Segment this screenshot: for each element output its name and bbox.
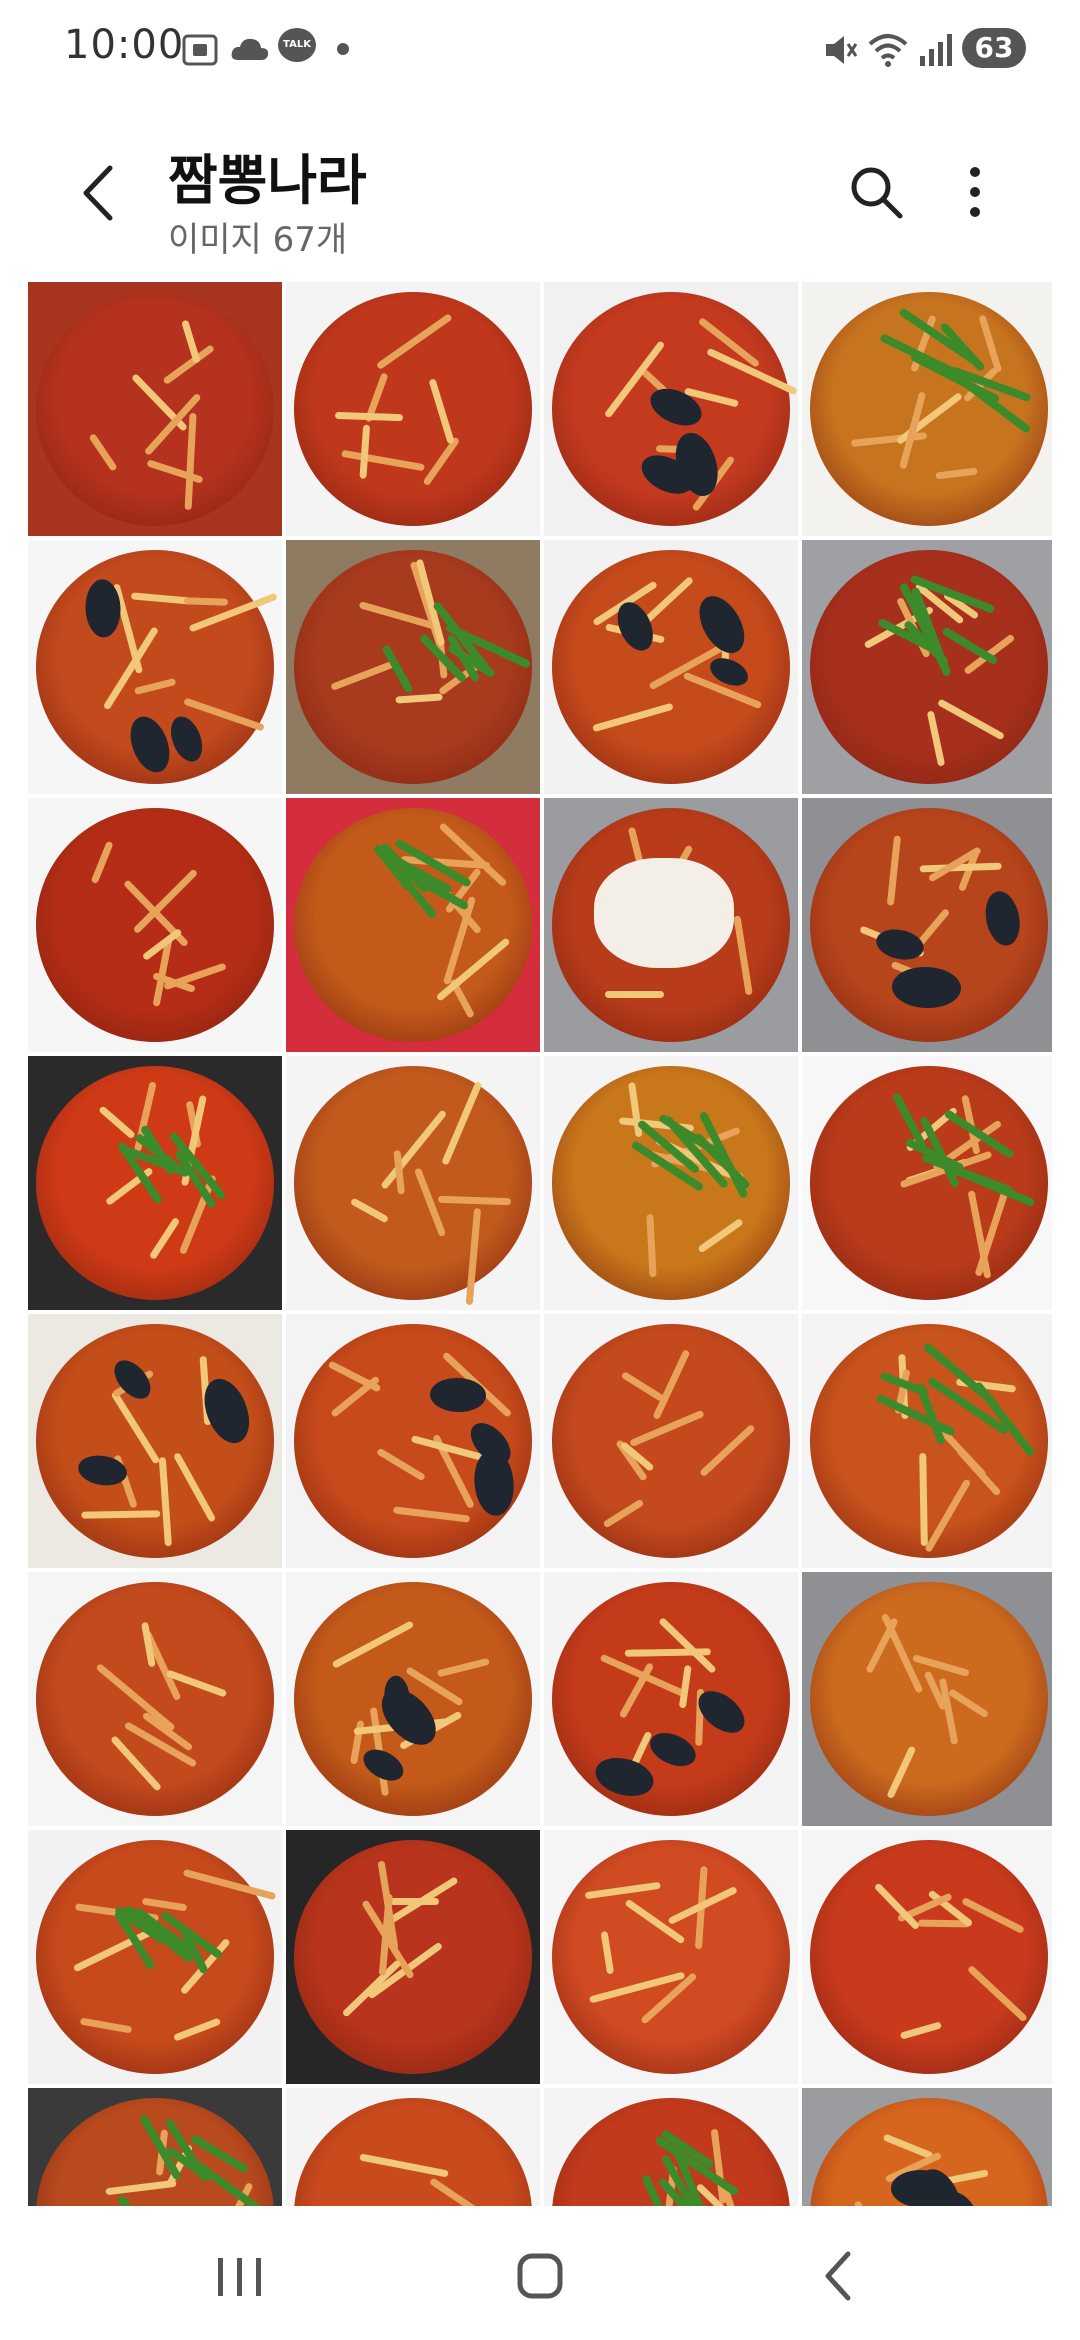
gallery-thumbnail[interactable] [802, 1056, 1052, 1310]
noodle [919, 1453, 928, 1547]
soup [809, 1324, 1049, 1558]
soup [35, 1066, 275, 1300]
soup [551, 1840, 791, 2074]
soup [35, 1840, 275, 2074]
gallery-thumbnail[interactable] [544, 798, 798, 1052]
screenshot-icon [182, 34, 218, 66]
soup [551, 1066, 791, 1300]
talk-icon: TALK [278, 28, 316, 62]
status-bar: 10:00 TALK 63 [0, 0, 1080, 100]
dot-icon [337, 43, 349, 55]
status-time: 10:00 [64, 22, 185, 68]
soup [551, 1324, 791, 1558]
mute-icon [826, 36, 858, 64]
soup [551, 550, 791, 784]
more-options-icon[interactable] [960, 162, 990, 222]
gallery-thumbnail[interactable] [544, 1830, 798, 2084]
back-icon[interactable] [800, 2236, 880, 2316]
signal-icon [920, 34, 952, 66]
gallery-thumbnail[interactable] [28, 1830, 282, 2084]
gallery-thumbnail[interactable] [802, 798, 1052, 1052]
soup [35, 808, 275, 1042]
gallery-thumbnail[interactable] [28, 798, 282, 1052]
search-icon[interactable] [846, 162, 906, 222]
gallery-thumbnail[interactable] [544, 1056, 798, 1310]
gallery-thumbnail[interactable] [286, 282, 540, 536]
back-button[interactable] [70, 158, 130, 228]
recent-apps-icon[interactable] [200, 2236, 280, 2316]
gallery-thumbnail[interactable] [802, 282, 1052, 536]
gallery-thumbnail[interactable] [802, 1572, 1052, 1826]
soup [293, 1066, 533, 1300]
navigation-bar [0, 2206, 1080, 2340]
soup [551, 1582, 791, 1816]
soup [293, 550, 533, 784]
gallery-thumbnail[interactable] [286, 1314, 540, 1568]
soup [809, 1066, 1049, 1300]
soup [35, 292, 275, 526]
soup [293, 292, 533, 526]
gallery-thumbnail[interactable] [286, 2088, 540, 2206]
battery-icon: 63 [962, 28, 1026, 68]
soup [809, 1582, 1049, 1816]
gallery-thumbnail[interactable] [802, 540, 1052, 794]
image-grid [28, 282, 1052, 2206]
battery-level: 63 [974, 31, 1014, 64]
gallery-thumbnail[interactable] [802, 2088, 1052, 2206]
gallery-thumbnail[interactable] [802, 1314, 1052, 1568]
album-title: 짬뽕나라 [168, 149, 367, 212]
gallery-thumbnail[interactable] [28, 540, 282, 794]
gallery-thumbnail[interactable] [544, 2088, 798, 2206]
gallery-thumbnail[interactable] [544, 1572, 798, 1826]
home-icon[interactable] [500, 2236, 580, 2316]
gallery-thumbnail[interactable] [286, 540, 540, 794]
gallery-thumbnail[interactable] [544, 282, 798, 536]
gallery-thumbnail[interactable] [286, 1056, 540, 1310]
soup [809, 1840, 1049, 2074]
soup [293, 1840, 533, 2074]
gallery-thumbnail[interactable] [28, 1572, 282, 1826]
gallery-thumbnail[interactable] [286, 1572, 540, 1826]
gallery-thumbnail[interactable] [28, 2088, 282, 2206]
gallery-thumbnail[interactable] [28, 1314, 282, 1568]
noodle [604, 990, 664, 998]
gallery-thumbnail[interactable] [544, 1314, 798, 1568]
gallery-thumbnail[interactable] [802, 1830, 1052, 2084]
soup [293, 808, 533, 1042]
gallery-thumbnail[interactable] [286, 1830, 540, 2084]
gallery-thumbnail[interactable] [28, 282, 282, 536]
tofu-topping [594, 858, 734, 968]
image-count: 이미지 67개 [168, 220, 348, 260]
gallery-thumbnail[interactable] [286, 798, 540, 1052]
wifi-icon [868, 34, 908, 67]
cloud-icon [231, 38, 269, 60]
gallery-thumbnail[interactable] [544, 540, 798, 794]
gallery-thumbnail[interactable] [28, 1056, 282, 1310]
